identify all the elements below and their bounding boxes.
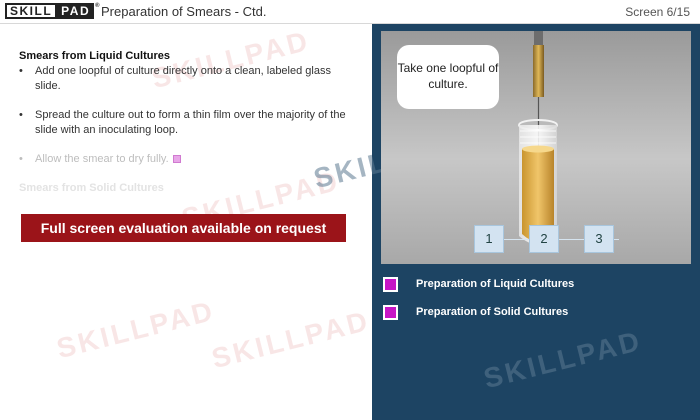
lesson-content: SKILLPAD SKILLPAD SKILLPAD SKILLPAD Smea… bbox=[0, 24, 374, 420]
animation-stage: Take one loopful of culture. 1 2 3 bbox=[381, 31, 691, 264]
magenta-square-icon bbox=[383, 276, 398, 292]
top-bar: SKILL PAD ® Preparation of Smears - Ctd.… bbox=[0, 0, 700, 24]
bullet-item: • Spread the culture out to form a thin … bbox=[19, 108, 349, 138]
evaluation-banner: Full screen evaluation available on requ… bbox=[21, 214, 346, 242]
nav-label: Preparation of Solid Cultures bbox=[416, 306, 569, 318]
step-3-button[interactable]: 3 bbox=[584, 225, 614, 253]
bullet-dot: • bbox=[19, 65, 23, 77]
instruction-bubble: Take one loopful of culture. bbox=[397, 45, 499, 109]
watermark: SKILLPAD bbox=[480, 324, 646, 395]
watermark: SKILLPAD bbox=[208, 304, 374, 375]
bullet-item: • Add one loopful of culture directly on… bbox=[19, 64, 349, 94]
watermark: SKILLPAD bbox=[53, 294, 219, 365]
page-title: Preparation of Smears - Ctd. bbox=[101, 4, 267, 19]
nav-liquid-cultures[interactable]: Preparation of Liquid Cultures bbox=[383, 276, 574, 292]
bullet-dot: • bbox=[19, 109, 23, 121]
section-title-liquid: Smears from Liquid Cultures bbox=[19, 50, 170, 62]
logo-skill-text: SKILL bbox=[5, 3, 58, 19]
bullet-text: Spread the culture out to form a thin fi… bbox=[35, 109, 346, 136]
nav-solid-cultures[interactable]: Preparation of Solid Cultures bbox=[383, 304, 568, 320]
media-panel: SKILLPAD SKILLPAD bbox=[311, 24, 700, 420]
bullet-text-row: Allow the smear to dry fully. bbox=[19, 152, 349, 167]
nav-label: Preparation of Liquid Cultures bbox=[416, 278, 575, 290]
section-title-solid: Smears from Solid Cultures bbox=[19, 182, 164, 194]
step-1-button[interactable]: 1 bbox=[474, 225, 504, 253]
pink-square-icon[interactable] bbox=[172, 155, 181, 164]
bullet-text: Allow the smear to dry fully. bbox=[35, 153, 169, 165]
bullet-dot: • bbox=[19, 153, 23, 165]
loop-cap bbox=[534, 31, 543, 45]
step-2-button[interactable]: 2 bbox=[529, 225, 559, 253]
logo-pad-text: PAD bbox=[57, 3, 95, 19]
bullet-item: • Allow the smear to dry fully. bbox=[19, 152, 349, 167]
magenta-square-icon bbox=[383, 304, 398, 320]
bullet-text: Add one loopful of culture directly onto… bbox=[35, 65, 331, 92]
broth-surface bbox=[522, 145, 554, 153]
loop-handle bbox=[533, 45, 544, 97]
skillpad-logo: SKILL PAD ® bbox=[5, 3, 101, 19]
screen-counter: Screen 6/15 bbox=[625, 5, 690, 19]
